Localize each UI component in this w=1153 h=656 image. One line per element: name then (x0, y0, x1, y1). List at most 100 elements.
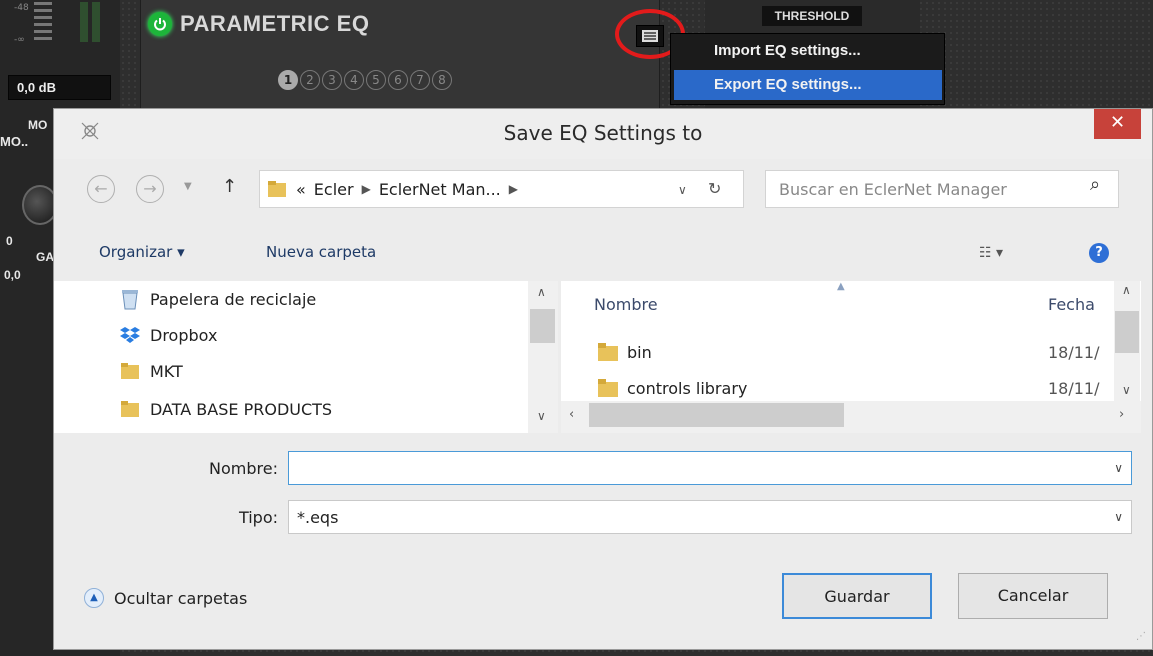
filename-input[interactable]: ∨ (288, 451, 1132, 485)
band-button[interactable]: 8 (432, 70, 452, 90)
nav-item-label: DATA BASE PRODUCTS (150, 399, 333, 419)
scroll-left-icon[interactable]: ‹ (569, 407, 574, 422)
nav-item-mkt[interactable]: MKT (120, 355, 183, 387)
band-button[interactable]: 4 (344, 70, 364, 90)
navigation-pane: Papelera de reciclaje Dropbox MKT DATA B… (54, 281, 558, 433)
band-button[interactable]: 3 (322, 70, 342, 90)
collapse-up-icon: ▲ (84, 588, 104, 608)
scrollbar-thumb[interactable] (530, 309, 555, 343)
forward-button[interactable]: → (136, 175, 164, 203)
file-list-pane: ▲ Nombre Fecha bin 18/11/ controls libra… (561, 281, 1141, 433)
band-button[interactable]: 2 (300, 70, 320, 90)
eq-title: PARAMETRIC EQ (148, 10, 369, 38)
view-options-icon[interactable]: ☷ ▾ (979, 245, 1003, 261)
folder-icon (121, 363, 139, 379)
filename-label: Nombre: (209, 459, 278, 478)
power-icon[interactable] (148, 12, 172, 36)
breadcrumb-separator-icon[interactable]: ▶ (509, 182, 518, 196)
organize-menu[interactable]: Organizar ▾ (99, 243, 185, 261)
dialog-title: Save EQ Settings to (503, 121, 703, 145)
filetype-select[interactable]: *.eqs ∨ (288, 500, 1132, 534)
folder-icon (598, 379, 618, 397)
side-label: 0 (6, 234, 13, 248)
breadcrumb-prefix: « (296, 179, 306, 199)
eq-title-text: PARAMETRIC EQ (180, 11, 370, 36)
back-button[interactable]: ← (87, 175, 115, 203)
breadcrumb-item-eclernet[interactable]: EclerNet Man... (379, 180, 501, 199)
arrow-left-icon: ← (94, 179, 108, 198)
nav-pane-scrollbar[interactable]: ∧ ∨ (528, 281, 558, 433)
breadcrumb-separator-icon[interactable]: ▶ (362, 182, 371, 196)
side-label: MO (28, 118, 48, 132)
breadcrumb-item-ecler[interactable]: Ecler (314, 180, 354, 199)
scroll-up-icon[interactable]: ∧ (537, 285, 546, 299)
file-list-horizontal-scrollbar[interactable]: ‹ › (561, 401, 1141, 433)
band-button[interactable]: 7 (410, 70, 430, 90)
level-meter-icon: -48 -∞ (14, 2, 100, 45)
scrollbar-thumb[interactable] (589, 403, 844, 427)
help-icon[interactable]: ? (1089, 243, 1109, 263)
scrollbar-thumb[interactable] (1115, 311, 1139, 353)
arrow-right-icon: → (143, 179, 157, 198)
nav-item-label: Dropbox (150, 325, 218, 345)
dialog-titlebar[interactable]: Save EQ Settings to ✕ (54, 109, 1152, 159)
nav-item-recycle-bin[interactable]: Papelera de reciclaje (120, 283, 316, 315)
sort-ascending-icon: ▲ (837, 281, 845, 292)
band-button[interactable]: 6 (388, 70, 408, 90)
hide-folders-toggle[interactable]: ▲ Ocultar carpetas (84, 588, 247, 608)
chevron-down-icon[interactable]: ∨ (1114, 510, 1123, 524)
folder-icon (121, 401, 139, 417)
band-button[interactable]: 1 (278, 70, 298, 90)
list-item[interactable]: controls library (597, 373, 747, 403)
new-folder-button[interactable]: Nueva carpeta (266, 243, 376, 261)
side-label: 0,0 (4, 268, 21, 282)
dropbox-icon (120, 327, 140, 343)
side-label: MO.. (0, 134, 29, 149)
threshold-label: THRESHOLD (762, 6, 862, 26)
search-input[interactable]: Buscar en EclerNet Manager (765, 170, 1119, 208)
folder-icon (598, 343, 618, 361)
refresh-icon[interactable]: ↻ (708, 179, 721, 198)
cancel-button[interactable]: Cancelar (958, 573, 1108, 619)
filetype-label: Tipo: (238, 508, 278, 527)
nav-item-dropbox[interactable]: Dropbox (120, 319, 217, 351)
command-bar: Organizar ▾ Nueva carpeta ☷ ▾ ? (54, 236, 1152, 270)
file-name: bin (627, 342, 652, 362)
save-dialog: Save EQ Settings to ✕ ← → ▼ ↑ « Ecler ▶ … (53, 108, 1153, 650)
column-header-name[interactable]: Nombre (594, 295, 658, 314)
chevron-down-icon[interactable]: ∨ (678, 183, 687, 197)
scroll-up-icon[interactable]: ∧ (1122, 283, 1131, 297)
file-name: controls library (627, 378, 748, 398)
menu-item-export-eq[interactable]: Export EQ settings... (674, 70, 942, 100)
scroll-down-icon[interactable]: ∨ (537, 409, 546, 423)
recent-locations-chevron-icon[interactable]: ▼ (184, 181, 192, 192)
search-icon[interactable]: ⌕ (1090, 174, 1100, 195)
save-button[interactable]: Guardar (782, 573, 932, 619)
svg-text:-∞: -∞ (14, 35, 25, 45)
file-list-vertical-scrollbar[interactable]: ∧ ∨ (1114, 281, 1140, 401)
address-bar[interactable]: « Ecler ▶ EclerNet Man... ▶ ∨ ↻ (259, 170, 744, 208)
gain-value-display: 0,0 dB (8, 75, 111, 100)
hide-folders-label: Ocultar carpetas (114, 588, 248, 608)
nav-item-label: Papelera de reciclaje (150, 289, 317, 309)
menu-item-import-eq[interactable]: Import EQ settings... (674, 36, 942, 66)
list-item[interactable]: bin (597, 337, 652, 367)
eq-context-menu: Import EQ settings... Export EQ settings… (670, 33, 945, 105)
nav-item-data-base-products[interactable]: DATA BASE PRODUCTS (120, 393, 332, 425)
file-date: 18/11/ (1048, 343, 1100, 362)
folder-icon (268, 181, 286, 197)
svg-text:-48: -48 (14, 3, 29, 13)
scroll-down-icon[interactable]: ∨ (1122, 383, 1131, 397)
side-label: GA (36, 250, 54, 264)
band-button[interactable]: 5 (366, 70, 386, 90)
band-selector: 1 2 3 4 5 6 7 8 (278, 70, 452, 90)
scroll-right-icon[interactable]: › (1119, 407, 1124, 422)
navigation-toolbar: ← → ▼ ↑ « Ecler ▶ EclerNet Man... ▶ ∨ ↻ … (54, 167, 1152, 209)
file-date: 18/11/ (1048, 379, 1100, 398)
column-header-date[interactable]: Fecha (1048, 295, 1095, 314)
close-button[interactable]: ✕ (1094, 109, 1141, 139)
nav-item-label: MKT (150, 361, 183, 381)
up-arrow-icon[interactable]: ↑ (222, 176, 237, 197)
chevron-down-icon[interactable]: ∨ (1114, 461, 1123, 475)
resize-grip-icon[interactable]: ⋰ (1136, 631, 1146, 642)
